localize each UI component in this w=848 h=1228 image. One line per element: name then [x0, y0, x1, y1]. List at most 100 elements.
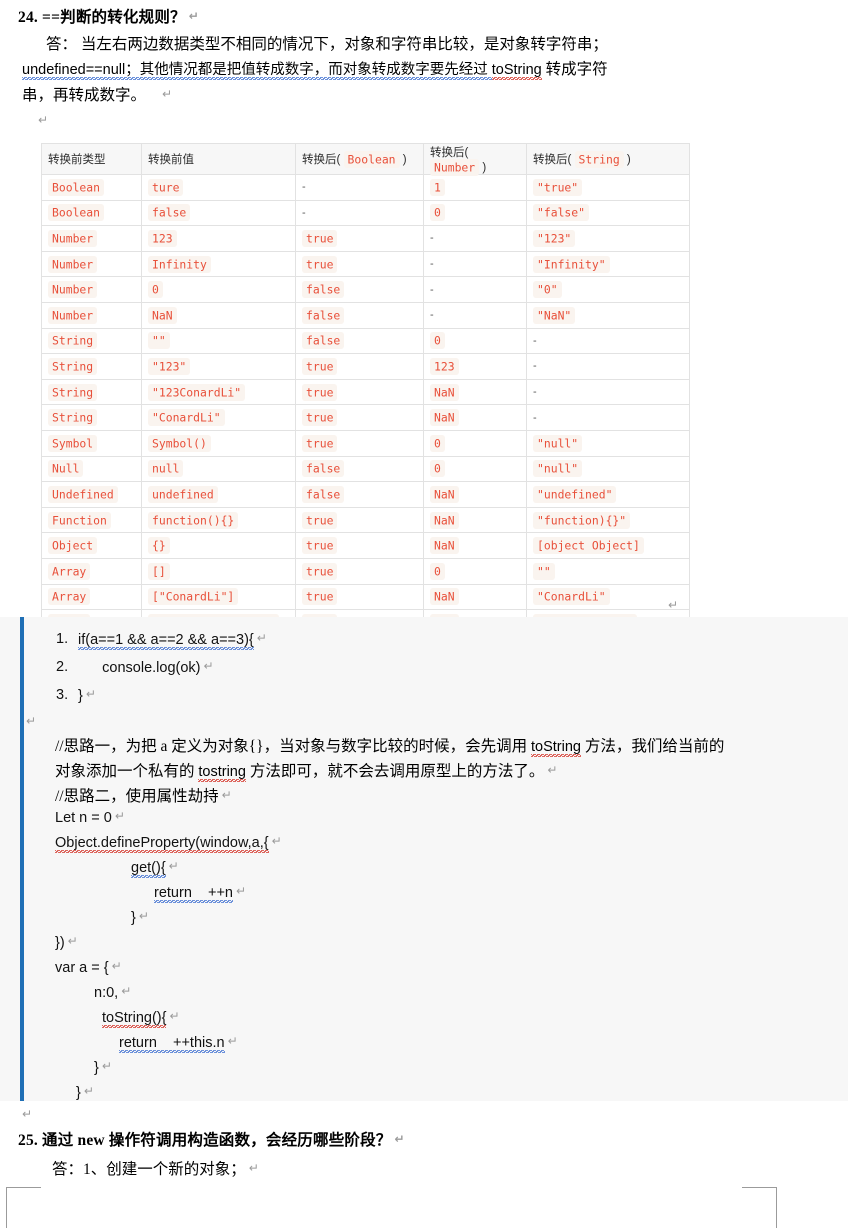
header-prefix: 转换前类型: [48, 154, 106, 166]
answer-line-3: 串，再转成数字。: [22, 86, 147, 104]
cell-boolean: true: [295, 404, 424, 431]
cell-value: NaN: [141, 301, 296, 329]
cell-type: String: [41, 327, 142, 355]
note-text: 方法即可，就不会去调用原型上的方法了。: [245, 763, 545, 780]
cell-type: Number: [41, 225, 142, 252]
cell-type: String: [41, 378, 142, 406]
cell-boolean: true: [295, 225, 424, 252]
pilcrow-mark: ↵: [38, 113, 49, 127]
code-line: }) ↵: [55, 934, 78, 951]
code-token: 1: [430, 178, 445, 196]
cell-boolean: true: [295, 532, 424, 559]
pilcrow-mark: ↵: [138, 909, 149, 923]
cell-string: [object Object]: [526, 532, 690, 559]
code-token: "": [148, 332, 170, 350]
cell-boolean: true: [295, 557, 424, 585]
header-prefix: 转换后(: [302, 154, 344, 166]
note-line-3: //思路二，使用属性劫持 ↵: [55, 784, 232, 806]
code-token: NaN: [430, 409, 459, 427]
code-token: Array: [48, 562, 91, 580]
table-body: Boolean ture -1 "true" Boolean false -0 "false"…: [41, 174, 690, 636]
cell-boolean: false: [295, 276, 424, 303]
cell-number: -: [423, 250, 527, 278]
tostring-token: toString: [491, 62, 542, 81]
cell-string: -: [526, 378, 690, 406]
code-token: false: [302, 460, 345, 478]
header-code-token: Number: [430, 158, 480, 176]
code-token: 0: [430, 332, 445, 350]
cell-boolean: false: [295, 301, 424, 329]
code-token: "null": [533, 460, 583, 478]
column-header-type: 转换前类型: [41, 143, 142, 175]
code-token: Number: [48, 255, 98, 273]
code-text: if(a==1 && a==2 && a==3){: [78, 632, 254, 650]
table-row: Boolean ture -1 "true": [41, 174, 690, 201]
code-line: var a = {↵: [55, 959, 122, 976]
code-token: false: [302, 485, 345, 503]
code-line: } ↵: [94, 1059, 112, 1076]
question-25-answer: 答：1、创建一个新的对象； ↵: [52, 1157, 259, 1182]
pilcrow-mark: ↵: [22, 1107, 33, 1121]
table-row: Array [] true 0 "": [41, 557, 690, 585]
code-token: String: [48, 332, 98, 350]
cell-boolean: false: [295, 481, 424, 508]
cell-type: Array: [41, 583, 142, 611]
header-prefix: 转换前值: [148, 154, 194, 166]
table-row: Array ["ConardLi"] true NaN "ConardLi": [41, 583, 690, 611]
pilcrow-mark: ↵: [547, 763, 558, 777]
question-25-heading-text: 25. 通过 new 操作符调用构造函数，会经历哪些阶段？: [18, 1132, 392, 1149]
code-token: 123: [430, 357, 459, 375]
code-token: "ConardLi": [148, 409, 225, 427]
pilcrow-mark: ↵: [256, 631, 267, 645]
code-token: Array: [48, 588, 91, 606]
code-text: Object.defineProperty(window,a,{: [55, 835, 269, 853]
code-token: "Infinity": [533, 255, 610, 273]
code-token: true: [302, 511, 338, 529]
note-line-2: 对象添加一个私有的 tostring 方法即可，就不会去调用原型上的方法了。 ↵: [55, 759, 558, 782]
code-text: console.log(ok): [78, 660, 201, 676]
code-token: Object: [48, 537, 98, 555]
cell-boolean: true: [295, 506, 424, 534]
cell-number: 0: [423, 327, 527, 355]
header-code-token: String: [574, 150, 624, 168]
code-token: "function){}": [533, 511, 631, 529]
cell-boolean: true: [295, 353, 424, 380]
cell-value: Symbol(): [141, 429, 296, 457]
cell-number: -: [423, 225, 527, 252]
table-row: String "" false 0 -: [41, 327, 690, 355]
cell-number: 0: [423, 199, 527, 227]
cell-value: null: [141, 455, 296, 483]
code-token: 0: [430, 204, 445, 222]
code-text: var a = {: [55, 960, 109, 976]
code-token: "false": [533, 204, 590, 222]
cell-number: 1: [423, 174, 527, 201]
code-token: Undefined: [48, 485, 118, 503]
cell-type: Number: [41, 301, 142, 329]
cell-value: ture: [141, 174, 296, 201]
cell-string: "123": [526, 225, 690, 252]
code-line: return ++this.n ↵: [119, 1034, 238, 1053]
cell-number: NaN: [423, 481, 527, 508]
header-suffix: ): [399, 154, 407, 166]
code-token: false: [302, 332, 345, 350]
code-token: NaN: [430, 588, 459, 606]
cell-value: "123": [141, 353, 296, 380]
cell-value: {}: [141, 532, 296, 559]
code-line: toString(){↵: [102, 1009, 180, 1028]
pilcrow-mark: ↵: [236, 884, 247, 898]
table-row: Object {} true NaN [object Object]: [41, 532, 690, 559]
pilcrow-mark: ↵: [121, 984, 132, 998]
code-text: }): [55, 935, 65, 951]
code-token: "null": [533, 434, 583, 452]
code-token: Symbol: [48, 434, 98, 452]
note-text: //思路一，为把 a 定义为对象{}，当对象与数字比较的时候，会先调用: [55, 738, 531, 755]
table-row: Number Infinity true - "Infinity": [41, 250, 690, 278]
code-token: []: [148, 562, 170, 580]
code-token: Number: [48, 281, 98, 299]
document-page: 24. ==判断的转化规则？ ↵ 答： 当左右两边数据类型不相同的情况下，对象和字…: [0, 0, 848, 1228]
table-row: Function function(){} true NaN "function){}": [41, 506, 690, 534]
cell-type: Undefined: [41, 481, 142, 508]
pilcrow-mark: ↵: [271, 834, 282, 848]
cell-type: Null: [41, 455, 142, 483]
code-token: false: [302, 281, 345, 299]
